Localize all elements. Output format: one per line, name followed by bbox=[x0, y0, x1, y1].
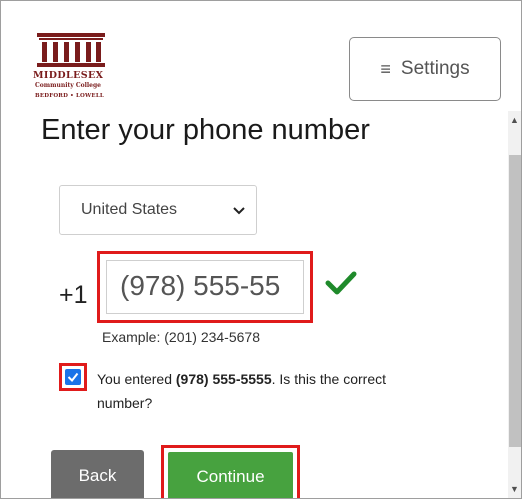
logo-campuses: BEDFORD • LOWELL bbox=[35, 93, 104, 99]
phone-example: Example: (201) 234-5678 bbox=[102, 329, 260, 345]
chevron-down-icon bbox=[233, 207, 245, 215]
confirm-prefix: You entered bbox=[97, 371, 176, 387]
hamburger-icon: ≡ bbox=[380, 58, 391, 79]
settings-label: Settings bbox=[400, 58, 470, 79]
page-title: Enter your phone number bbox=[41, 114, 370, 146]
logo-name: MIDDLESEX bbox=[33, 70, 104, 81]
country-select[interactable]: United States bbox=[59, 185, 257, 235]
confirm-number: (978) 555-5555 bbox=[175, 371, 272, 387]
app-frame: MIDDLESEX Community College BEDFORD • LO… bbox=[0, 0, 522, 499]
college-logo: MIDDLESEX Community College BEDFORD • LO… bbox=[33, 31, 113, 107]
confirm-checkbox-highlight bbox=[59, 363, 87, 391]
scroll-up-arrow-icon[interactable]: ▲ bbox=[510, 115, 519, 125]
scrollbar-thumb[interactable] bbox=[509, 155, 521, 447]
continue-button[interactable]: Continue bbox=[168, 452, 293, 498]
college-columns-logo bbox=[37, 33, 105, 67]
confirm-checkbox[interactable] bbox=[65, 369, 81, 385]
checkmark-icon bbox=[325, 271, 357, 295]
scroll-down-arrow-icon[interactable]: ▼ bbox=[510, 484, 519, 494]
country-code: +1 bbox=[59, 281, 88, 309]
checkbox-check-icon bbox=[67, 372, 79, 383]
country-select-value: United States bbox=[81, 201, 178, 218]
phone-input[interactable]: (978) 555-55 bbox=[106, 260, 304, 314]
phone-input-value: (978) 555-55 bbox=[120, 270, 281, 301]
back-button[interactable]: Back bbox=[51, 450, 144, 498]
confirm-text: You entered (978) 555-5555. Is this the … bbox=[97, 367, 442, 415]
scrollbar[interactable]: ▲ ▼ bbox=[508, 111, 521, 498]
settings-button[interactable]: ≡ Settings bbox=[349, 37, 501, 101]
continue-button-highlight: Continue bbox=[161, 445, 300, 498]
logo-subtitle: Community College bbox=[35, 82, 101, 89]
phone-input-highlight: (978) 555-55 bbox=[97, 251, 313, 323]
